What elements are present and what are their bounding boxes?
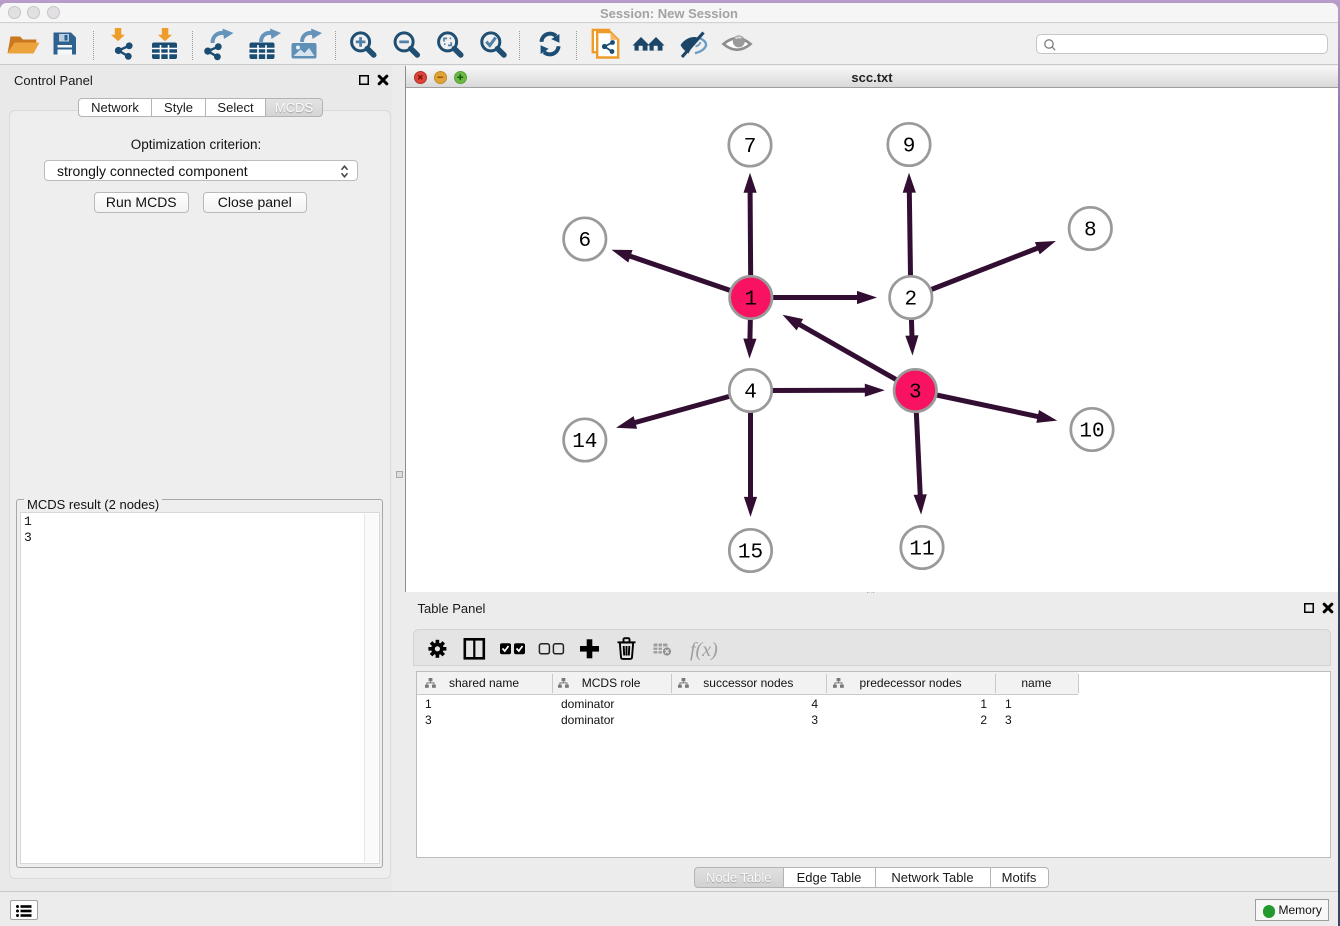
svg-text:3: 3 bbox=[909, 382, 922, 405]
svg-text:14: 14 bbox=[572, 431, 597, 454]
svg-text:2: 2 bbox=[904, 289, 917, 312]
svg-text:4: 4 bbox=[744, 382, 757, 405]
svg-text:11: 11 bbox=[909, 539, 934, 562]
svg-text:8: 8 bbox=[1084, 220, 1097, 243]
svg-text:6: 6 bbox=[578, 230, 591, 253]
svg-text:7: 7 bbox=[744, 136, 757, 159]
svg-text:15: 15 bbox=[738, 542, 763, 565]
svg-text:10: 10 bbox=[1079, 421, 1104, 444]
svg-text:f(x): f(x) bbox=[690, 639, 718, 661]
svg-text:9: 9 bbox=[903, 136, 916, 159]
svg-text:1: 1 bbox=[744, 289, 757, 312]
